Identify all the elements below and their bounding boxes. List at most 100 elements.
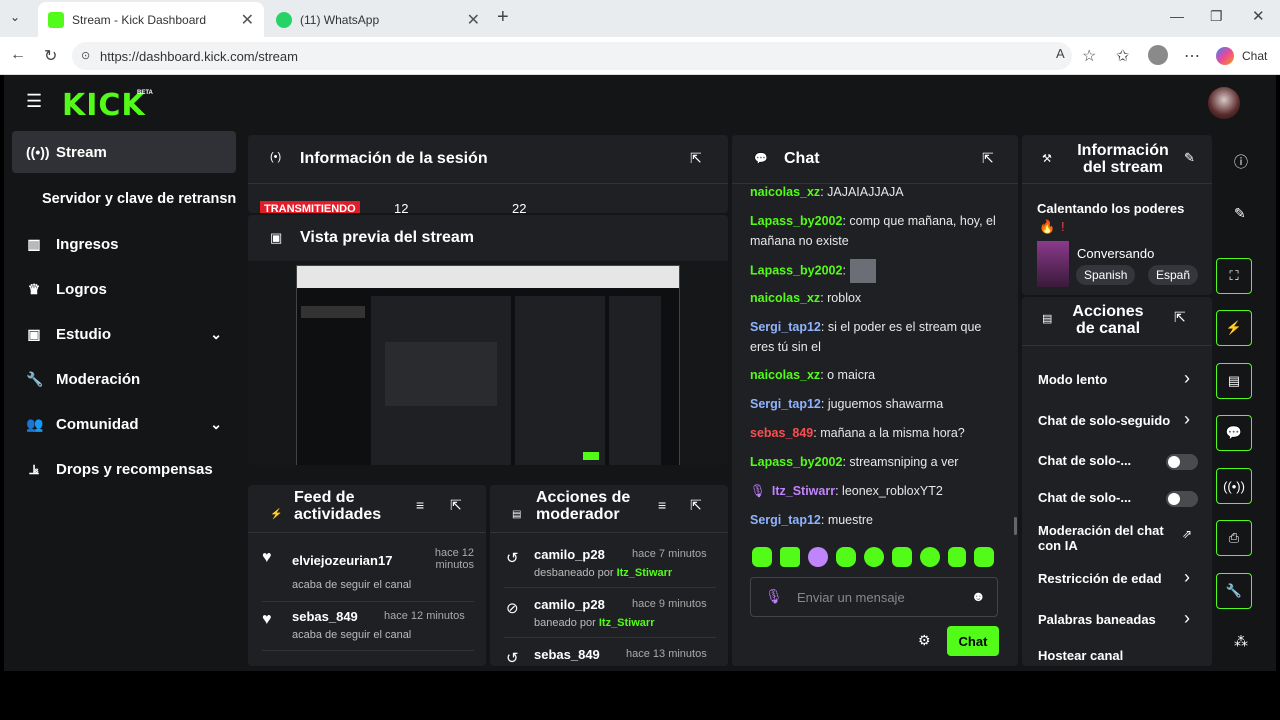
menu-icon[interactable]: ☰ [26, 91, 42, 112]
emote-icon[interactable] [864, 547, 884, 567]
emote-icon[interactable] [752, 547, 772, 567]
close-tab-icon[interactable]: ✕ [241, 10, 254, 30]
browser-tab-strip: ⌄ Stream - Kick Dashboard ✕ (11) WhatsAp… [0, 0, 1280, 37]
filter-icon[interactable]: ≡ [416, 497, 424, 513]
pencil-icon[interactable]: ✎ [1234, 205, 1246, 222]
emote-only-toggle[interactable] [1166, 491, 1198, 507]
chat-username[interactable]: Lapass_by2002 [750, 455, 842, 469]
sidebar-item-moderacion[interactable]: 🔧 Moderación [12, 358, 236, 400]
microphone-icon[interactable]: 🎙 [765, 588, 783, 605]
chat-settings-icon[interactable]: ⚙ [918, 632, 931, 649]
copilot-label[interactable]: Chat [1242, 49, 1267, 63]
sidebar-item-ingresos[interactable]: ▥ Ingresos [12, 223, 236, 265]
tab-whatsapp[interactable]: (11) WhatsApp ✕ [266, 2, 490, 37]
chat-username[interactable]: naicolas_xz [750, 291, 820, 305]
favorite-icon[interactable]: ☆ [1082, 46, 1096, 66]
sidebar-item-stream[interactable]: ((•)) Stream [12, 131, 236, 173]
divider [504, 637, 716, 638]
subs-only-toggle[interactable] [1166, 454, 1198, 470]
slow-mode-row[interactable]: Modo lento [1038, 372, 1198, 387]
minimize-icon[interactable]: — [1170, 8, 1184, 24]
stream-title: Calentando los poderes [1037, 201, 1185, 216]
followers-only-row[interactable]: Chat de solo-seguido [1038, 413, 1188, 428]
category-name[interactable]: Conversando [1077, 246, 1154, 261]
filter-icon[interactable]: ≡ [658, 497, 666, 513]
lightning-icon[interactable]: ⚡ [1216, 310, 1252, 346]
chat-username[interactable]: naicolas_xz [750, 185, 820, 199]
read-aloud-icon[interactable]: A [1056, 46, 1065, 61]
chat-username[interactable]: Sergi_tap12 [750, 397, 821, 411]
channel-actions-card: ▤ Acciones de canal ⇱ Modo lento › Chat … [1022, 297, 1212, 666]
emote-icon[interactable] [948, 547, 966, 567]
sidebar-item-comunidad[interactable]: 👥 Comunidad ⌄ [12, 403, 236, 445]
expand-icon[interactable]: ⇱ [450, 497, 462, 514]
restore-icon[interactable]: ❐ [1210, 8, 1223, 25]
chat-text: : roblox [820, 291, 862, 305]
close-tab-icon[interactable]: ✕ [467, 10, 480, 30]
chat-icon[interactable]: 💬 [1216, 415, 1252, 451]
expand-icon[interactable]: ⇱ [690, 497, 702, 514]
emote-icon[interactable] [892, 547, 912, 567]
feed-user[interactable]: sebas_849 [292, 609, 358, 624]
wrench-icon[interactable]: 🔧 [1216, 573, 1252, 609]
document-icon[interactable]: ▤ [1216, 363, 1252, 399]
screen-capture-icon[interactable]: ⛶ [1216, 258, 1252, 294]
tag-chip[interactable]: Españ [1148, 265, 1199, 285]
info-icon[interactable]: ⓘ [1234, 152, 1248, 172]
expand-icon[interactable]: ⇱ [690, 150, 702, 167]
community-icon[interactable]: ⁂ [1234, 633, 1248, 650]
user-avatar[interactable] [1208, 87, 1240, 119]
kick-logo[interactable]: KICK [62, 88, 146, 123]
reload-icon[interactable]: ↻ [44, 46, 57, 66]
chat-username[interactable]: naicolas_xz [750, 368, 820, 382]
expand-icon[interactable]: ⇱ [1174, 309, 1186, 326]
sidebar-item-logros[interactable]: ♛ Logros [12, 268, 236, 310]
pencil-icon[interactable]: ✎ [1184, 150, 1195, 166]
emote-icon[interactable] [920, 547, 940, 567]
broadcast-icon[interactable]: ((•)) [1216, 468, 1252, 504]
stream-preview-video[interactable] [296, 265, 680, 465]
print-icon[interactable]: ⎙ [1216, 520, 1252, 556]
profile-avatar[interactable] [1148, 45, 1168, 65]
site-info-icon[interactable]: ⊙ [81, 49, 90, 62]
ai-moderation-row[interactable]: Moderación del chat con IA [1038, 523, 1178, 553]
chat-username[interactable]: Lapass_by2002 [750, 263, 842, 277]
mod-by[interactable]: Itz_Stiwarr [599, 617, 655, 629]
chat-scrollbar[interactable] [1014, 517, 1017, 535]
tag-chip[interactable]: Spanish [1076, 265, 1136, 285]
emote-icon[interactable] [808, 547, 828, 567]
sidebar-item-server-key[interactable]: Servidor y clave de retransn [12, 178, 244, 220]
expand-icon[interactable]: ⇱ [982, 150, 994, 167]
emote-icon[interactable] [974, 547, 994, 567]
emote-icon[interactable] [780, 547, 800, 567]
chat-input[interactable]: 🎙 Enviar un mensaje ☻ [750, 577, 998, 617]
mod-by[interactable]: Itz_Stiwarr [617, 567, 673, 579]
mod-user[interactable]: camilo_p28 [534, 597, 605, 612]
close-window-icon[interactable]: ✕ [1252, 7, 1265, 25]
host-channel-row[interactable]: Hostear canal [1038, 648, 1198, 663]
chat-username[interactable]: sebas_849 [750, 426, 813, 440]
new-tab-icon[interactable]: + [497, 6, 509, 29]
age-restriction-row[interactable]: Restricción de edad [1038, 571, 1198, 586]
mod-user[interactable]: camilo_p28 [534, 547, 605, 562]
banned-words-row[interactable]: Palabras baneadas [1038, 612, 1198, 627]
emoji-icon[interactable]: ☻ [971, 588, 986, 604]
feed-user[interactable]: elviejozeurian17 [292, 553, 392, 568]
mod-user[interactable]: sebas_849 [534, 647, 600, 662]
tab-list-icon[interactable]: ⌄ [10, 10, 20, 24]
tab-kick[interactable]: Stream - Kick Dashboard ✕ [38, 2, 264, 37]
sidebar-item-drops[interactable]: ⫡ Drops y recompensas [12, 448, 236, 490]
url-field[interactable]: ⊙ https://dashboard.kick.com/stream [72, 42, 1072, 70]
send-chat-button[interactable]: Chat [947, 626, 999, 656]
chat-username[interactable]: Sergi_tap12 [750, 513, 821, 527]
chat-username[interactable]: Lapass_by2002 [750, 214, 842, 228]
back-icon[interactable]: ← [10, 46, 26, 64]
wrench-icon: 🔧 [26, 370, 44, 387]
chat-username[interactable]: Sergi_tap12 [750, 320, 821, 334]
copilot-icon[interactable] [1216, 47, 1234, 65]
more-icon[interactable]: ⋯ [1184, 46, 1200, 66]
sidebar-item-estudio[interactable]: ▣ Estudio ⌄ [12, 313, 236, 355]
favorites-icon[interactable]: ✩ [1116, 46, 1129, 66]
chat-username[interactable]: Itz_Stiwarr [772, 484, 835, 498]
emote-icon[interactable] [836, 547, 856, 567]
